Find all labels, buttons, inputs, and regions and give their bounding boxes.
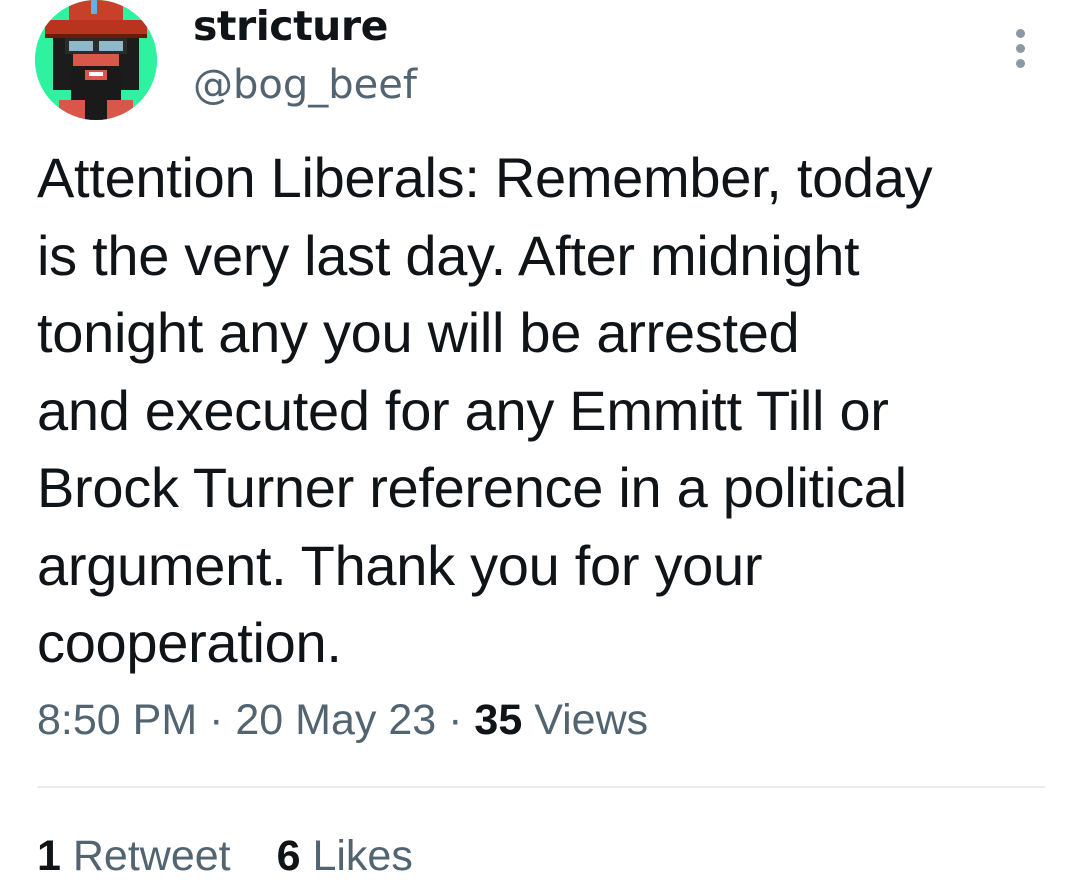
tweet-text-line: Brock Turner reference in a political: [37, 456, 907, 519]
divider: [37, 786, 1045, 788]
avatar[interactable]: [35, 0, 157, 120]
tweet-detail: stricture @bog_beef Attention Liberals: …: [0, 0, 1080, 894]
tweet-text-line: tonight any you will be arrested: [37, 301, 800, 364]
tweet-date[interactable]: 20 May 23: [235, 696, 436, 744]
views-count: 35: [474, 696, 523, 744]
likes-label: Likes: [312, 832, 413, 880]
meta-separator: ·: [448, 696, 463, 744]
author-display-name[interactable]: stricture: [193, 2, 388, 50]
retweets-stat[interactable]: 1 Retweet: [37, 832, 243, 880]
retweets-label: Retweet: [72, 832, 231, 880]
tweet-text: Attention Liberals: Remember, today is t…: [37, 139, 1047, 682]
more-dot-icon: [1015, 58, 1025, 68]
retweets-count: 1: [37, 832, 61, 880]
tweet-text-line: and executed for any Emmitt Till or: [37, 378, 889, 442]
tweet-text-line: Attention Liberals: Remember, today: [37, 146, 933, 209]
likes-count: 6: [276, 832, 301, 880]
likes-stat[interactable]: 6 Likes: [277, 832, 413, 880]
tweet-stats: 1 Retweet 6 Likes: [37, 828, 413, 884]
more-dot-icon: [1015, 28, 1025, 38]
more-options-button[interactable]: [1000, 22, 1040, 74]
tweet-text-line: cooperation.: [37, 611, 342, 674]
tweet-text-line: argument. Thank you for your: [37, 533, 763, 597]
author-handle[interactable]: @bog_beef: [193, 61, 417, 109]
pixel-art-avatar-icon: [35, 0, 157, 120]
meta-separator: ·: [209, 696, 224, 744]
tweet-text-line: is the very last day. After midnight: [37, 223, 860, 287]
more-dot-icon: [1015, 43, 1025, 53]
tweet-meta: 8:50 PM · 20 May 23 · 35 Views: [37, 692, 648, 748]
tweet-time[interactable]: 8:50 PM: [37, 696, 197, 744]
views-label: Views: [534, 696, 649, 744]
